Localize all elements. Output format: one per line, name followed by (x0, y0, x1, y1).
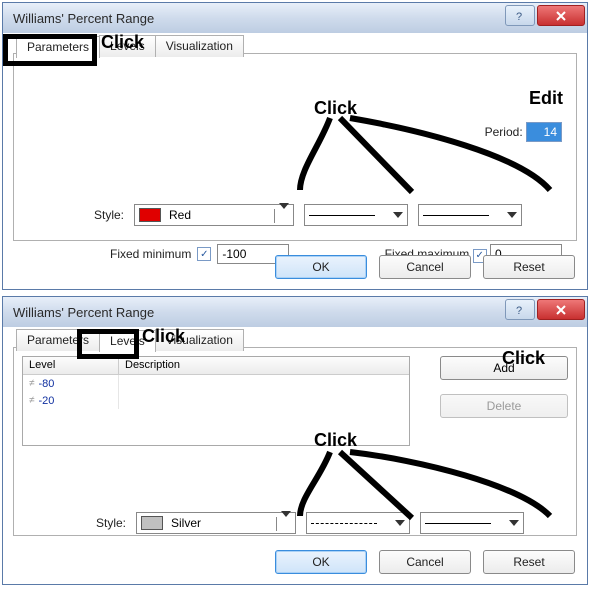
linewidth-dropdown[interactable] (420, 512, 524, 534)
dialog-levels: Williams' Percent Range ? Parameters Lev… (2, 296, 588, 585)
color-name: Red (169, 208, 191, 222)
dialog-body: Parameters Levels Visualization Level De… (3, 327, 587, 584)
titlebar-buttons: ? (505, 5, 585, 26)
line-width-preview (423, 215, 489, 216)
reset-button[interactable]: Reset (483, 255, 575, 279)
linestyle-dropdown[interactable] (306, 512, 410, 534)
close-icon (555, 304, 567, 316)
tab-strip: Parameters Levels Visualization (16, 35, 243, 57)
level-description (119, 375, 409, 392)
titlebar: Williams' Percent Range ? (3, 3, 587, 33)
line-style-preview (311, 523, 377, 524)
tab-parameters[interactable]: Parameters (16, 36, 100, 58)
titlebar-buttons: ? (505, 299, 585, 320)
style-label: Style: (84, 208, 124, 222)
levels-list[interactable]: Level Description ≠ -80 ≠ -20 (22, 356, 410, 446)
chevron-down-icon (274, 209, 289, 223)
level-value: -20 (39, 395, 55, 407)
fixed-minimum-checkbox[interactable]: ✓ (197, 247, 211, 261)
description-header: Description (119, 357, 409, 374)
color-dropdown[interactable]: Silver (136, 512, 296, 534)
chevron-down-icon (509, 520, 519, 526)
level-header: Level (23, 357, 119, 374)
close-icon (555, 10, 567, 22)
help-icon: ? (514, 304, 526, 316)
line-style-preview (309, 215, 375, 216)
levels-headers: Level Description (23, 357, 409, 375)
dialog-button-row: OK Cancel Reset (275, 550, 575, 574)
chevron-down-icon (393, 212, 403, 218)
dialog-parameters: Williams' Percent Range ? Parameters Lev… (2, 2, 588, 290)
period-label: Period: (485, 125, 523, 139)
chevron-down-icon (276, 517, 291, 531)
close-button[interactable] (537, 299, 585, 320)
line-width-preview (425, 523, 491, 524)
tab-container: Parameters Levels Visualization Period: … (13, 53, 577, 241)
ok-button[interactable]: OK (275, 550, 367, 574)
tab-levels[interactable]: Levels (99, 330, 156, 352)
tab-visualization[interactable]: Visualization (155, 329, 244, 351)
ok-button[interactable]: OK (275, 255, 367, 279)
help-button[interactable]: ? (505, 5, 535, 26)
help-button[interactable]: ? (505, 299, 535, 320)
period-row: Period: (485, 122, 562, 142)
color-dropdown[interactable]: Red (134, 204, 294, 226)
tab-strip: Parameters Levels Visualization (16, 329, 243, 351)
svg-text:?: ? (516, 305, 522, 316)
style-row: Style: Silver (86, 512, 524, 534)
svg-text:?: ? (516, 11, 522, 22)
reset-button[interactable]: Reset (483, 550, 575, 574)
help-icon: ? (514, 10, 526, 22)
dialog-body: Parameters Levels Visualization Period: … (3, 33, 587, 289)
tab-parameters[interactable]: Parameters (16, 329, 100, 351)
period-input[interactable] (526, 122, 562, 142)
add-button[interactable]: Add (440, 356, 568, 380)
style-row: Style: Red (14, 204, 576, 226)
delete-button[interactable]: Delete (440, 394, 568, 418)
tab-container: Parameters Levels Visualization Level De… (13, 347, 577, 536)
dialog-title: Williams' Percent Range (13, 305, 154, 320)
level-value: -80 (39, 378, 55, 390)
close-button[interactable] (537, 5, 585, 26)
level-row[interactable]: ≠ -80 (23, 375, 409, 392)
titlebar: Williams' Percent Range ? (3, 297, 587, 327)
level-description (119, 392, 409, 409)
color-name: Silver (171, 516, 201, 530)
dialog-title: Williams' Percent Range (13, 11, 154, 26)
level-row[interactable]: ≠ -20 (23, 392, 409, 409)
color-swatch-icon (139, 208, 161, 222)
tab-levels[interactable]: Levels (99, 35, 156, 57)
color-swatch-icon (141, 516, 163, 530)
cancel-button[interactable]: Cancel (379, 255, 471, 279)
linewidth-dropdown[interactable] (418, 204, 522, 226)
level-icon: ≠ (29, 378, 35, 389)
style-label: Style: (86, 516, 126, 530)
dialog-button-row: OK Cancel Reset (275, 255, 575, 279)
chevron-down-icon (507, 212, 517, 218)
chevron-down-icon (395, 520, 405, 526)
cancel-button[interactable]: Cancel (379, 550, 471, 574)
linestyle-dropdown[interactable] (304, 204, 408, 226)
fixed-minimum-label: Fixed minimum (110, 247, 191, 261)
tab-visualization[interactable]: Visualization (155, 35, 244, 57)
level-icon: ≠ (29, 395, 35, 406)
